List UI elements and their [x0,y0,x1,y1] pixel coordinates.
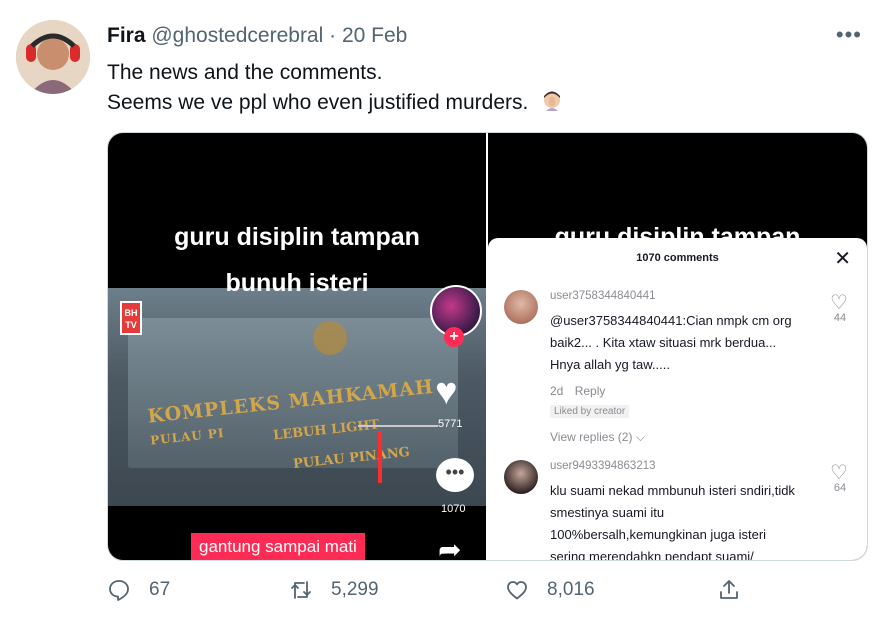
media-grid[interactable]: guru disiplin tampan bunuh isteri KOMPLE… [107,132,868,561]
commenter-avatar [504,460,538,494]
chevron-down-icon: ⌵ [635,430,645,444]
tweet-text: The news and the comments. Seems we ve p… [107,58,564,118]
comment-like-count: 64 [833,482,847,494]
follow-plus-icon: + [444,327,464,347]
retweet-count: 5,299 [331,579,379,600]
progress-line [358,425,438,427]
share-icon [720,580,738,599]
commenter-username: user9493394863213 [550,460,656,472]
view-replies-label: View replies (2) [550,430,633,444]
more-options-icon[interactable]: ••• [836,22,862,48]
video-caption: gantung sampai mati [191,533,365,560]
bhtv-logo: BH TV [120,301,142,335]
commenter-username: user3758344840441 [550,290,656,302]
heart-outline-icon [507,581,527,600]
share-button[interactable] [717,578,759,602]
reply-link: Reply [574,384,606,398]
retweet-icon [291,581,311,599]
reply-count: 67 [149,579,171,600]
media-image-left[interactable]: guru disiplin tampan bunuh isteri KOMPLE… [108,133,486,560]
liked-by-creator-badge: Liked by creator [550,405,630,418]
red-marker [378,431,382,483]
retweet-button[interactable]: 5,299 [289,578,379,602]
comment-time: 2d [550,384,564,398]
view-replies-link: View replies (2) ⌵ [550,430,645,445]
tweet-date[interactable]: 20 Feb [342,24,407,47]
separator-dot: · [329,24,337,47]
comment-bubble-icon: ••• [436,458,474,492]
comments-sheet: 1070 comments ✕ user3758344840441 @user3… [488,238,867,560]
close-icon: ✕ [834,248,851,270]
heart-icon: ♥ [435,371,458,413]
comment-like-count: 44 [833,312,847,324]
video-like-count: 5771 [438,418,463,430]
tweet: Fira @ghostedcerebral · 20 Feb ••• The n… [0,0,876,628]
comment-item: user3758344840441 @user3758344840441:Cia… [504,290,848,450]
like-button[interactable]: 8,016 [505,578,595,602]
avatar[interactable] [16,20,90,94]
comment-meta: 2d Reply [550,384,605,398]
tweet-text-line-2: Seems we ve ppl who even justified murde… [107,88,564,118]
reply-button[interactable]: 67 [107,578,170,602]
media-image-right[interactable]: guru disiplin tampan 1070 comments ✕ use… [488,133,867,560]
tweet-actions: 67 5,299 8,016 [107,578,747,610]
comment-item: user9493394863213 klu suami nekad mmbunu… [504,460,848,560]
video-title-line-1: guru disiplin tampan [174,223,420,251]
like-count: 8,016 [547,579,595,600]
reply-icon [109,580,129,601]
avatar-image [16,20,90,94]
tweet-header: Fira @ghostedcerebral · 20 Feb [107,24,407,48]
comments-count-title: 1070 comments [636,252,719,264]
display-name[interactable]: Fira [107,24,146,47]
video-title-line-2: bunuh isteri [225,269,369,297]
facepalm-emoji-icon [544,91,561,111]
tweet-text-line-1: The news and the comments. [107,61,383,84]
video-comment-count: 1070 [441,503,466,515]
share-arrow-icon: ➦ [438,534,462,560]
comment-text: @user3758344840441:Cian nmpk cm org baik… [550,313,792,372]
tweet-text-line-2-content: Seems we ve ppl who even justified murde… [107,91,529,114]
user-handle[interactable]: @ghostedcerebral [151,24,323,47]
comment-text: klu suami nekad mmbunuh isteri sndiri,ti… [550,483,795,560]
commenter-avatar [504,290,538,324]
court-crest [313,321,347,355]
